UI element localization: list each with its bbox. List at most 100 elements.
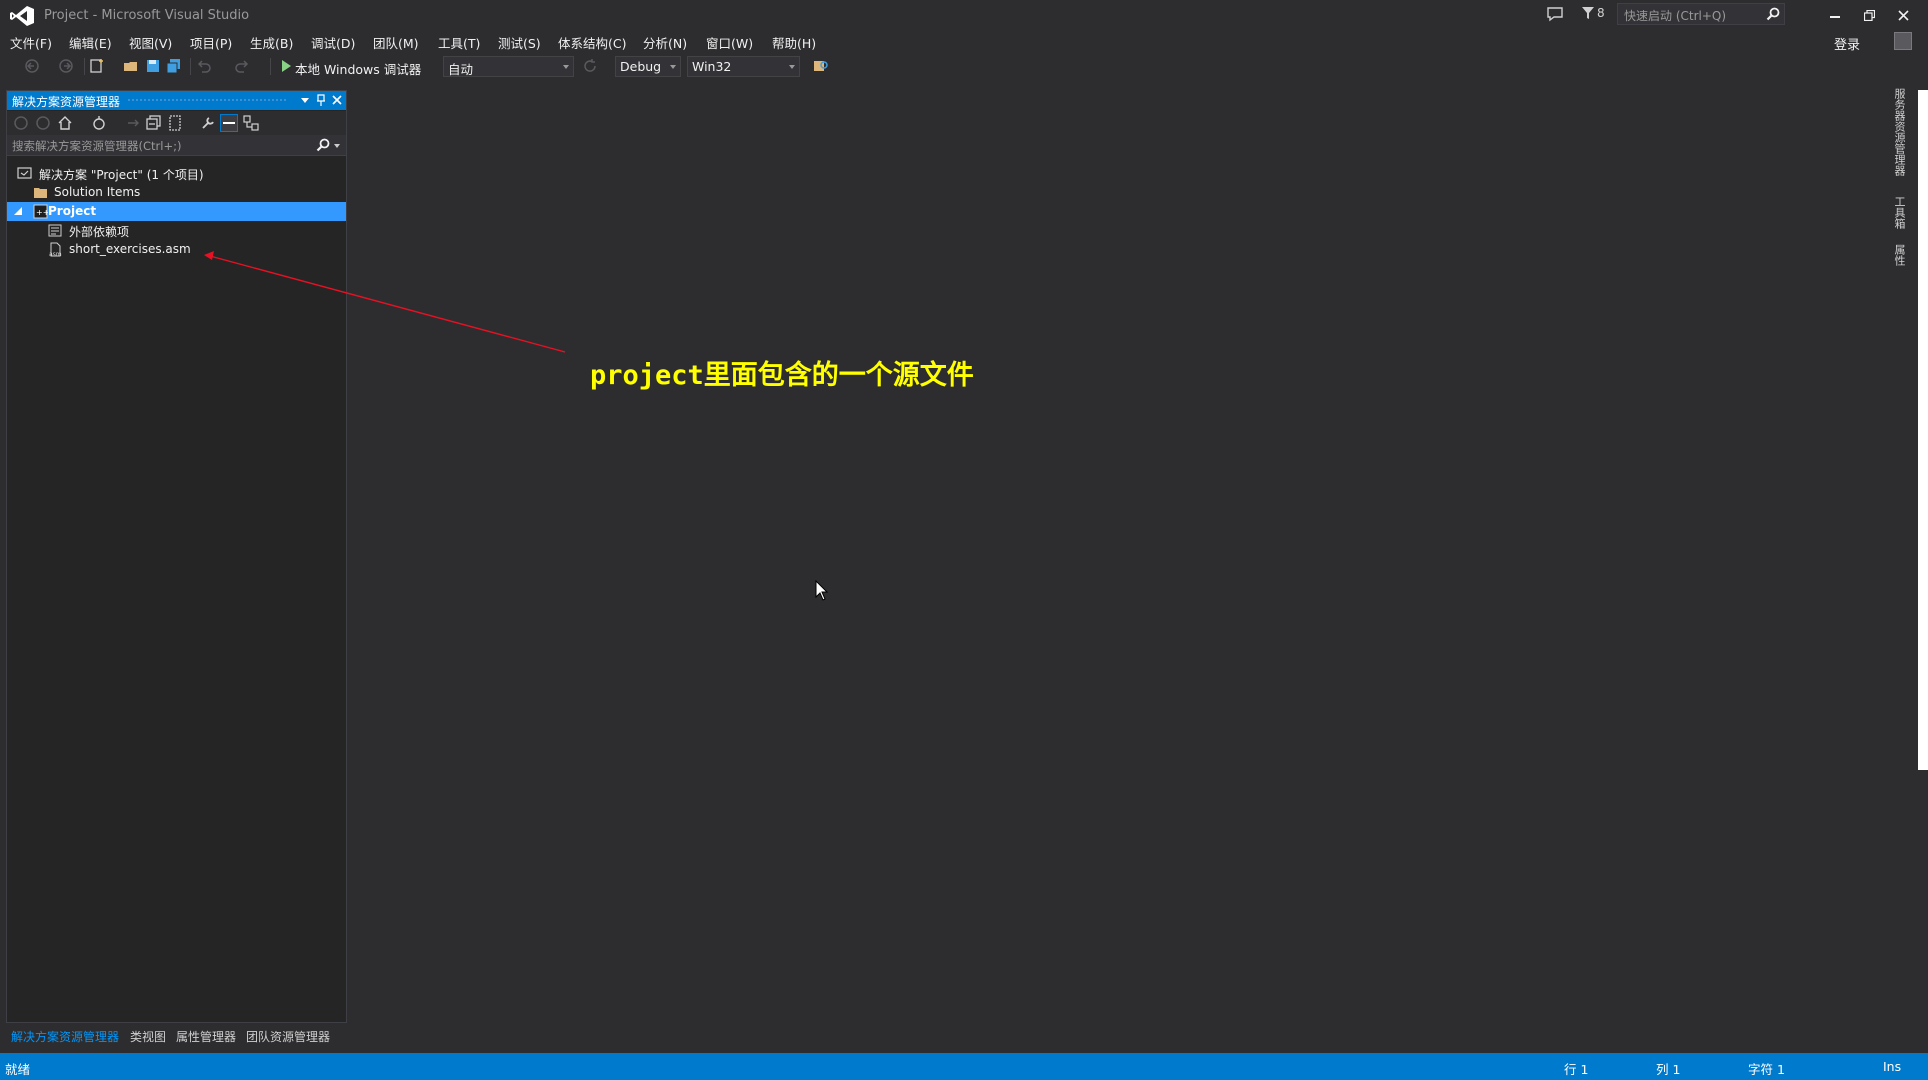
platform-select[interactable]: Win32 <box>687 56 800 77</box>
mouse-cursor-icon <box>815 580 829 601</box>
redo-icon[interactable] <box>234 58 250 74</box>
find-in-files-icon[interactable] <box>813 58 829 74</box>
navigate-forward-icon[interactable] <box>58 58 74 74</box>
preview-selected-items-icon[interactable] <box>220 114 238 132</box>
solution-mode-value: 自动 <box>448 62 474 77</box>
feedback-filter-icon[interactable] <box>1581 6 1595 20</box>
notification-count: 8 <box>1597 6 1605 20</box>
new-project-icon[interactable] <box>89 58 105 74</box>
pin-icon <box>317 94 325 106</box>
home-icon[interactable] <box>57 115 73 131</box>
svg-text:++: ++ <box>36 208 48 217</box>
menu-tools[interactable]: 工具(T) <box>438 33 480 52</box>
tab-toolbox[interactable]: 工具箱 <box>1892 196 1906 229</box>
solution-search-input[interactable]: 搜索解决方案资源管理器(Ctrl+;) <box>7 135 346 156</box>
navigate-back-icon[interactable] <box>24 58 40 74</box>
quick-launch-input[interactable]: 快速启动 (Ctrl+Q) <box>1617 3 1785 25</box>
solution-mode-select[interactable]: 自动 <box>443 56 574 77</box>
status-column: 列 1 <box>1656 1062 1681 1077</box>
search-options-chevron-icon[interactable] <box>334 144 340 148</box>
sync-active-document-icon[interactable] <box>125 115 141 131</box>
minimize-icon <box>1830 16 1840 18</box>
menu-debug[interactable]: 调试(D) <box>311 33 355 52</box>
solution-explorer-toolbar <box>7 111 346 135</box>
visual-studio-logo-icon <box>10 6 34 26</box>
solution-icon <box>17 167 32 179</box>
save-all-icon[interactable] <box>166 58 182 74</box>
tree-item-label: 外部依赖项 <box>69 225 130 239</box>
notification-icon[interactable] <box>1546 5 1564 23</box>
menu-analyze[interactable]: 分析(N) <box>643 33 687 52</box>
title-bar: Project - Microsoft Visual Studio 8 快速启动… <box>0 0 1928 32</box>
status-insert-mode[interactable]: Ins <box>1883 1059 1901 1074</box>
status-char: 字符 1 <box>1748 1062 1785 1077</box>
forward-icon[interactable] <box>35 115 51 131</box>
menu-edit[interactable]: 编辑(E) <box>69 33 112 52</box>
panel-drag-grip[interactable] <box>127 98 287 103</box>
class-diagram-icon[interactable] <box>243 115 259 131</box>
close-panel-button[interactable] <box>330 93 344 107</box>
undo-icon[interactable] <box>196 58 212 74</box>
minimize-button[interactable] <box>1818 2 1852 28</box>
solution-explorer-header[interactable]: 解决方案资源管理器 <box>7 91 346 110</box>
configuration-select[interactable]: Debug <box>615 56 681 77</box>
open-file-icon[interactable] <box>123 58 139 74</box>
vertical-scrollbar[interactable] <box>1918 90 1928 770</box>
tab-properties[interactable]: 属性 <box>1892 244 1906 266</box>
toolbar-separator <box>270 58 271 75</box>
tab-team-explorer[interactable]: 团队资源管理器 <box>246 1028 330 1045</box>
start-debugger-button[interactable]: 本地 Windows 调试器 <box>295 59 421 78</box>
asm-file-icon: asm <box>49 242 62 257</box>
tree-item-solution[interactable]: 解决方案 "Project" (1 个项目) <box>7 164 346 183</box>
tree-item-label: Project <box>48 204 97 218</box>
menu-architecture[interactable]: 体系结构(C) <box>558 33 626 52</box>
account-icon[interactable] <box>1894 32 1912 50</box>
standard-toolbar: 本地 Windows 调试器 自动 Debug Win32 <box>0 55 1928 79</box>
close-window-button[interactable] <box>1886 2 1920 28</box>
pending-changes-filter-icon[interactable] <box>91 115 107 131</box>
pin-panel-button[interactable] <box>314 93 328 107</box>
menu-project[interactable]: 项目(P) <box>190 33 232 52</box>
tree-item-label: Solution Items <box>54 185 141 199</box>
menu-team[interactable]: 团队(M) <box>373 33 419 52</box>
panel-options-button[interactable] <box>298 93 312 107</box>
menu-file[interactable]: 文件(F) <box>10 33 52 52</box>
tab-property-manager[interactable]: 属性管理器 <box>176 1028 236 1045</box>
tree-item-label: short_exercises.asm <box>69 242 191 256</box>
restore-button[interactable] <box>1852 2 1886 28</box>
back-icon[interactable] <box>13 115 29 131</box>
tab-server-explorer[interactable]: 服务器资源管理器 <box>1892 88 1906 176</box>
menu-view[interactable]: 视图(V) <box>129 33 172 52</box>
tree-item-external-dependencies[interactable]: 外部依赖项 <box>7 221 346 240</box>
collapse-all-icon[interactable] <box>146 115 162 131</box>
close-icon <box>332 95 342 105</box>
sign-in-link[interactable]: 登录 <box>1834 34 1860 53</box>
tree-item-label: 解决方案 "Project" (1 个项目) <box>39 168 204 182</box>
properties-icon[interactable] <box>200 115 216 131</box>
menu-help[interactable]: 帮助(H) <box>772 33 816 52</box>
refresh-icon[interactable] <box>582 58 598 74</box>
cpp-project-icon: ++ <box>33 204 48 219</box>
start-debugging-icon[interactable] <box>278 58 294 74</box>
tree-item-source-file[interactable]: asm short_exercises.asm <box>7 240 346 259</box>
menu-window[interactable]: 窗口(W) <box>706 33 753 52</box>
search-icon[interactable] <box>316 138 330 152</box>
chevron-down-icon <box>563 65 569 69</box>
chevron-down-icon <box>670 65 676 69</box>
window-title: Project - Microsoft Visual Studio <box>44 8 250 23</box>
tab-solution-explorer[interactable]: 解决方案资源管理器 <box>11 1028 119 1045</box>
tree-item-solution-items[interactable]: Solution Items <box>7 183 346 202</box>
expanded-arrow-icon[interactable] <box>14 207 22 215</box>
tree-item-project[interactable]: ++ Project <box>7 202 346 221</box>
solution-search-placeholder: 搜索解决方案资源管理器(Ctrl+;) <box>12 139 182 153</box>
folder-icon <box>34 188 47 198</box>
configuration-value: Debug <box>620 59 662 74</box>
annotation-label: project里面包含的一个源文件 <box>590 360 974 391</box>
menu-test[interactable]: 测试(S) <box>498 33 541 52</box>
menu-build[interactable]: 生成(B) <box>250 33 293 52</box>
show-all-files-icon[interactable] <box>167 115 183 131</box>
save-icon[interactable] <box>145 58 161 74</box>
search-icon[interactable] <box>1766 7 1780 21</box>
solution-explorer-title: 解决方案资源管理器 <box>12 95 121 109</box>
tab-class-view[interactable]: 类视图 <box>130 1028 166 1045</box>
